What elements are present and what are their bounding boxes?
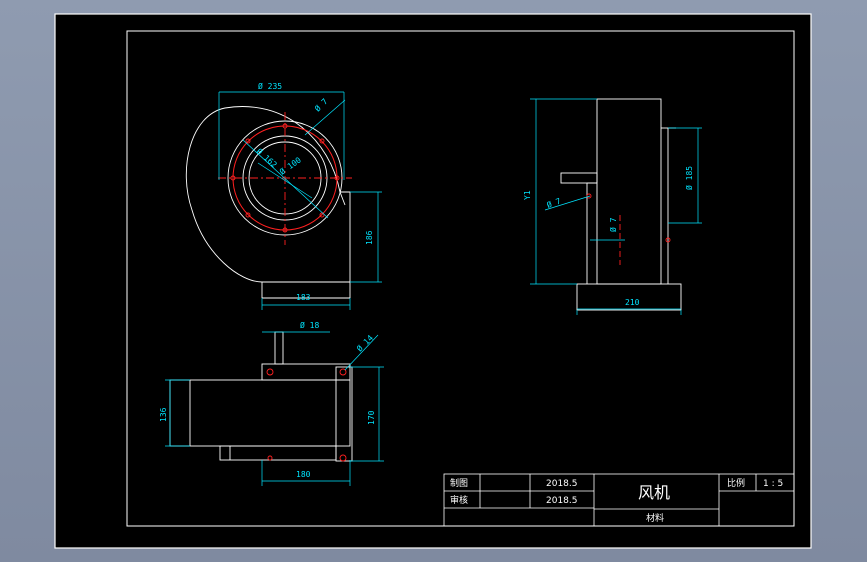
cad-viewport: Ø 235 Ø 7 Ø 162 Ø 100 186 183 Y1 Ø 7 Ø 1… bbox=[0, 0, 867, 562]
drawing-title: 风机 bbox=[638, 483, 670, 502]
dim-180: 180 bbox=[296, 470, 311, 479]
row2-date: 2018.5 bbox=[546, 496, 578, 506]
scale-value: 1 : 5 bbox=[763, 479, 783, 489]
row2-label: 审核 bbox=[450, 494, 468, 506]
dim-side-small: Ø 7 bbox=[608, 217, 618, 232]
sheet-outer-border bbox=[54, 13, 812, 549]
dim-170: 170 bbox=[367, 410, 376, 425]
dim-186: 186 bbox=[365, 230, 374, 245]
row1-label: 制图 bbox=[450, 477, 468, 489]
drawing-canvas: Ø 235 Ø 7 Ø 162 Ø 100 186 183 Y1 Ø 7 Ø 1… bbox=[54, 13, 812, 549]
dim-210: 210 bbox=[625, 298, 640, 307]
dim-18: Ø 18 bbox=[300, 320, 319, 330]
row1-date: 2018.5 bbox=[546, 479, 578, 489]
dim-235: Ø 235 bbox=[258, 81, 282, 91]
dim-183: 183 bbox=[296, 293, 311, 302]
material-label: 材料 bbox=[646, 512, 664, 524]
scale-label: 比例 bbox=[727, 477, 745, 489]
dim-y1: Y1 bbox=[523, 190, 532, 200]
dim-185: Ø 185 bbox=[684, 166, 694, 190]
dim-136: 136 bbox=[159, 407, 168, 422]
